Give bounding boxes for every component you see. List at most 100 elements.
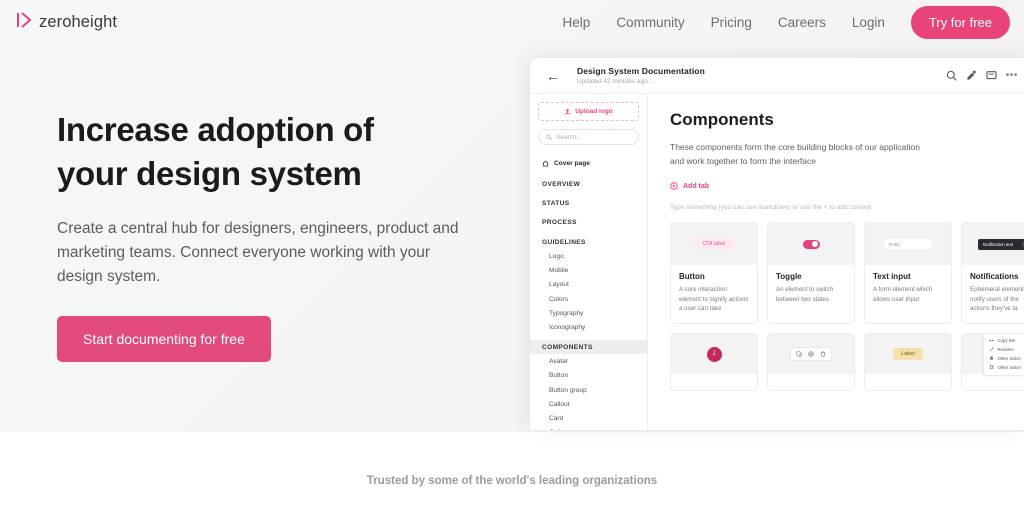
notification-widget: Notification text bbox=[977, 238, 1024, 250]
components-description: These components form the core building … bbox=[670, 142, 920, 166]
app-sidebar: Upload logo Search... Cover page OVERVIE… bbox=[530, 94, 648, 430]
card-preview: Notification text bbox=[962, 223, 1024, 266]
sidebar-item-card[interactable]: Card bbox=[530, 411, 647, 425]
sidebar-item-typography[interactable]: Typography bbox=[530, 306, 647, 320]
menu-item-label: Rename bbox=[997, 347, 1014, 353]
menu-item-label: Copy link bbox=[997, 338, 1016, 344]
component-card-label[interactable]: Label bbox=[864, 333, 952, 392]
card-body bbox=[768, 374, 854, 390]
add-tab-button[interactable]: Add tab bbox=[670, 182, 709, 190]
link-icon bbox=[988, 338, 994, 343]
card-body: Button A core interaction element to sig… bbox=[671, 265, 757, 323]
back-arrow-icon[interactable]: ← bbox=[546, 69, 560, 83]
component-card-avatar[interactable]: J bbox=[670, 333, 758, 392]
card-title: Toggle bbox=[776, 272, 802, 282]
sidebar-item-button-group[interactable]: Button group bbox=[530, 383, 647, 397]
card-title: Notifications bbox=[970, 272, 1019, 282]
component-card-toggle[interactable]: Toggle An element to switch between two … bbox=[767, 222, 855, 325]
menu-item-copy-link: Copy link bbox=[984, 336, 1024, 345]
sidebar-item-avatar[interactable]: Avatar bbox=[530, 354, 647, 368]
sidebar-item-guidelines[interactable]: GUIDELINES bbox=[530, 235, 647, 249]
upload-icon bbox=[564, 108, 571, 115]
component-cards-row-1: CTA label Button A core interaction elem… bbox=[670, 222, 1024, 325]
button-widget: CTA label bbox=[693, 238, 735, 251]
sidebar-search-input[interactable]: Search... bbox=[538, 129, 639, 145]
card-body: Text input A form element which allows u… bbox=[865, 265, 951, 313]
nav-link-help[interactable]: Help bbox=[563, 15, 591, 30]
card-body: Toggle An element to switch between two … bbox=[768, 265, 854, 313]
sidebar-item-components[interactable]: COMPONENTS bbox=[530, 339, 647, 355]
app-header-titles: Design System Documentation Updated 42 m… bbox=[577, 66, 705, 85]
app-preview-panel: ← Design System Documentation Updated 42… bbox=[530, 58, 1024, 430]
card-preview: J bbox=[671, 334, 757, 375]
trusted-by-text: Trusted by some of the world's leading o… bbox=[366, 475, 658, 487]
card-body bbox=[962, 374, 1024, 390]
nav-link-pricing[interactable]: Pricing bbox=[711, 15, 752, 30]
try-for-free-button[interactable]: Try for free bbox=[910, 5, 1010, 39]
sidebar-item-status[interactable]: STATUS bbox=[530, 196, 647, 210]
pencil-icon bbox=[989, 347, 994, 352]
nav-link-careers[interactable]: Careers bbox=[778, 15, 826, 30]
editor-placeholder-hint: Type something (you can use markdown) or… bbox=[670, 204, 872, 212]
sidebar-item-button[interactable]: Button bbox=[530, 369, 647, 383]
label-badge-widget: Label bbox=[893, 348, 923, 361]
search-icon[interactable] bbox=[946, 70, 957, 81]
app-header-actions: ••• bbox=[946, 70, 1018, 81]
component-card-button-group[interactable] bbox=[767, 333, 855, 392]
sidebar-item-logo[interactable]: Logo bbox=[530, 249, 647, 263]
sidebar-item-collapse[interactable]: Collapse bbox=[530, 426, 647, 430]
upload-logo-label: Upload logo bbox=[575, 108, 613, 115]
home-icon bbox=[542, 160, 549, 167]
more-options-icon[interactable]: ••• bbox=[1006, 70, 1018, 81]
menu-item-rename: Rename bbox=[984, 345, 1024, 354]
menu-item-other-action-1: Other action bbox=[984, 354, 1024, 363]
menu-item-label: Other action bbox=[997, 365, 1021, 371]
dropdown-menu-widget: Copy link Rename Other action Other acti… bbox=[982, 334, 1024, 377]
comment-icon[interactable] bbox=[986, 70, 997, 81]
component-card-notifications[interactable]: Notification text Notifications Ephemera… bbox=[961, 222, 1024, 325]
text-input-widget: Entry bbox=[885, 239, 931, 250]
start-documenting-button[interactable]: Start documenting for free bbox=[57, 315, 271, 362]
sidebar-item-mobile[interactable]: Mobile bbox=[530, 263, 647, 277]
component-card-menu[interactable]: Copy link Rename Other action Other acti… bbox=[961, 333, 1024, 392]
copy-icon bbox=[796, 351, 802, 357]
plus-circle-icon bbox=[670, 182, 678, 190]
sidebar-item-process[interactable]: PROCESS bbox=[530, 216, 647, 230]
sidebar-item-layout[interactable]: Layout bbox=[530, 278, 647, 292]
card-preview bbox=[768, 223, 854, 266]
nav-links: Help Community Pricing Careers Login Try… bbox=[563, 5, 1010, 39]
card-preview bbox=[768, 334, 854, 375]
hero-title-line-2: your design system bbox=[57, 154, 362, 192]
sidebar-item-cover-page[interactable]: Cover page bbox=[530, 155, 647, 172]
sidebar-item-iconography[interactable]: Iconography bbox=[530, 321, 647, 335]
upload-logo-button[interactable]: Upload logo bbox=[538, 102, 639, 121]
menu-item-label: Other action bbox=[997, 356, 1021, 362]
sidebar-search-placeholder: Search... bbox=[556, 133, 583, 141]
nav-link-community[interactable]: Community bbox=[616, 15, 684, 30]
sidebar-item-callout[interactable]: Callout bbox=[530, 397, 647, 411]
card-description: A core interaction element to signify ac… bbox=[679, 286, 749, 313]
app-document-title: Design System Documentation bbox=[577, 66, 705, 77]
sidebar-item-colors[interactable]: Colors bbox=[530, 292, 647, 306]
card-preview: Label bbox=[865, 334, 951, 375]
card-body: Notifications Ephemeral elements to noti… bbox=[962, 265, 1024, 323]
app-updated-timestamp: Updated 42 minutes ago... bbox=[577, 77, 654, 85]
hero-title-line-1: Increase adoption of bbox=[57, 111, 374, 148]
landing-page: zeroheight Help Community Pricing Career… bbox=[0, 0, 1024, 513]
add-tab-label: Add tab bbox=[683, 182, 710, 190]
brand-logo[interactable]: zeroheight bbox=[17, 11, 117, 33]
app-header: ← Design System Documentation Updated 42… bbox=[530, 58, 1024, 94]
component-card-button[interactable]: CTA label Button A core interaction elem… bbox=[670, 222, 758, 325]
app-body: Upload logo Search... Cover page OVERVIE… bbox=[530, 94, 1024, 430]
search-icon bbox=[546, 134, 552, 140]
nav-link-login[interactable]: Login bbox=[852, 15, 885, 30]
paint-icon[interactable] bbox=[966, 70, 977, 81]
card-title: Text input bbox=[873, 272, 911, 282]
card-description: Ephemeral elements to notify users of th… bbox=[970, 286, 1024, 313]
components-heading: Components bbox=[670, 110, 774, 129]
card-preview: Entry bbox=[865, 223, 951, 266]
sidebar-item-label: Cover page bbox=[554, 160, 590, 167]
sidebar-item-overview[interactable]: OVERVIEW bbox=[530, 177, 647, 191]
component-card-text-input[interactable]: Entry Text input A form element which al… bbox=[864, 222, 952, 325]
hero-copy: Increase adoption of your design system … bbox=[57, 108, 497, 362]
